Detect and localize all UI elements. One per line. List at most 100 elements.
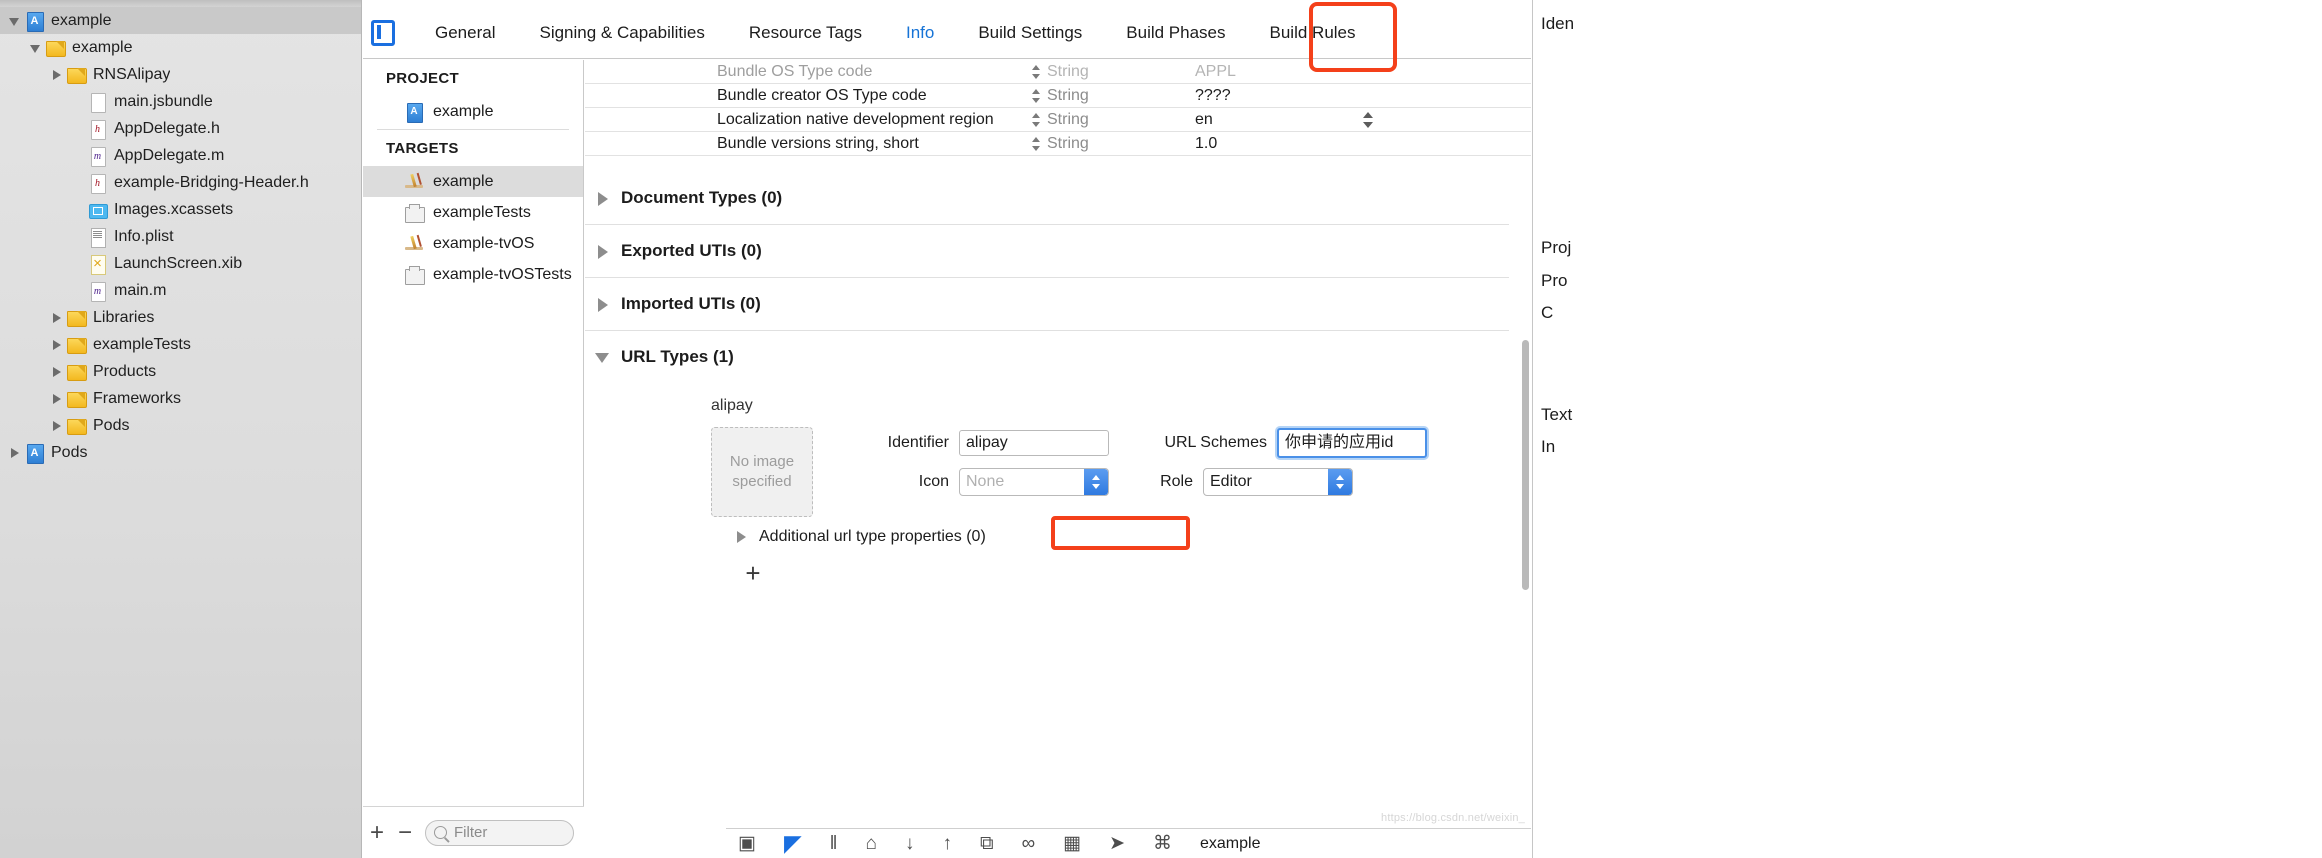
stepper-icon[interactable]: [1025, 109, 1047, 131]
tab-build-settings[interactable]: Build Settings: [956, 7, 1104, 59]
target-items[interactable]: exampleexampleTests example-tvOS example-t…: [363, 166, 583, 290]
disclosure-closed-icon[interactable]: [50, 338, 64, 352]
navigator-row[interactable]: RNSAlipay: [0, 61, 362, 88]
disclosure-section[interactable]: Exported UTIs (0): [585, 225, 1531, 278]
stepper-icon[interactable]: [1025, 85, 1047, 107]
editor-vertical-scrollbar[interactable]: [1522, 340, 1529, 590]
target-item[interactable]: example: [363, 166, 583, 197]
stepper-icon[interactable]: [1025, 133, 1047, 155]
info-property-value[interactable]: ????: [1195, 87, 1531, 105]
chevron-right-icon[interactable]: [733, 528, 751, 546]
editor-bottom-toolbar[interactable]: ▣ ◤ ‖ ⌂ ↓ ↑ ⧉ ∞ ▦ ➤ ⌘ example: [726, 828, 1531, 858]
disclosure-closed-icon[interactable]: [50, 68, 64, 82]
navigator-row[interactable]: main.jsbundle: [0, 88, 362, 115]
disclosure-open-icon[interactable]: [8, 14, 22, 28]
value-stepper-icon[interactable]: [1355, 109, 1381, 131]
tab-resource-tags[interactable]: Resource Tags: [727, 7, 884, 59]
disclosure-closed-icon[interactable]: [8, 446, 22, 460]
disclosure-closed-icon[interactable]: [50, 311, 64, 325]
target-item-label: example-tvOS: [433, 235, 534, 253]
identifier-input[interactable]: alipay: [959, 430, 1109, 456]
disclosure-header[interactable]: Document Types (0): [585, 172, 1531, 224]
bottom-icon-7[interactable]: ∞: [1022, 834, 1036, 853]
navigator-row[interactable]: Pods: [0, 439, 362, 466]
bottom-icon-1[interactable]: ◤: [784, 832, 802, 855]
additional-url-properties-row[interactable]: Additional url type properties (0): [607, 517, 1531, 557]
info-property-value[interactable]: 1.0: [1195, 135, 1531, 153]
stepper-icon[interactable]: [1025, 61, 1047, 83]
target-item[interactable]: exampleTests: [363, 197, 583, 228]
chevron-right-icon[interactable]: [593, 294, 613, 314]
project-item[interactable]: example: [363, 96, 583, 127]
url-types-section[interactable]: URL Types (1)alipayNo image specifiedIde…: [585, 331, 1531, 589]
navigator-row[interactable]: mmain.m: [0, 277, 362, 304]
navigator-row[interactable]: example: [0, 34, 362, 61]
url-types-header[interactable]: URL Types (1): [585, 331, 1531, 383]
bottom-icon-0[interactable]: ▣: [738, 834, 756, 853]
chevron-updown-icon[interactable]: [1084, 469, 1108, 495]
disclosure-header[interactable]: Imported UTIs (0): [585, 278, 1531, 330]
info-property-row[interactable]: Bundle OS Type codeStringAPPL: [585, 60, 1531, 84]
role-select[interactable]: Editor: [1203, 468, 1353, 496]
project-targets-list[interactable]: PROJECT example TARGETS exampleexampleTe…: [363, 60, 584, 858]
target-item[interactable]: example-tvOSTests: [363, 259, 583, 290]
navigator-row[interactable]: exampleTests: [0, 331, 362, 358]
navigator-row[interactable]: Frameworks: [0, 385, 362, 412]
icon-select[interactable]: None: [959, 468, 1109, 496]
disclosure-closed-icon[interactable]: [50, 365, 64, 379]
project-editor-tabbar[interactable]: GeneralSigning & CapabilitiesResource Ta…: [363, 7, 1531, 59]
bottom-icon-4[interactable]: ↓: [905, 834, 915, 853]
url-schemes-input[interactable]: 你申请的应用id: [1277, 428, 1427, 458]
bottom-icon-10[interactable]: ⌘: [1153, 834, 1172, 853]
disclosure-section[interactable]: Document Types (0): [585, 172, 1531, 225]
navigator-row[interactable]: Products: [0, 358, 362, 385]
navigator-row[interactable]: Pods: [0, 412, 362, 439]
navigator-row[interactable]: Libraries: [0, 304, 362, 331]
bottom-icon-8[interactable]: ▦: [1063, 834, 1081, 853]
navigator-row[interactable]: hAppDelegate.h: [0, 115, 362, 142]
disclosure-section[interactable]: Imported UTIs (0): [585, 278, 1531, 331]
url-type-entry-name[interactable]: alipay: [607, 383, 1531, 427]
disclosure-closed-icon[interactable]: [50, 419, 64, 433]
tab-info[interactable]: Info: [884, 7, 956, 59]
disclosure-closed-icon[interactable]: [50, 392, 64, 406]
disclosure-header[interactable]: Exported UTIs (0): [585, 225, 1531, 277]
bottom-icon-6[interactable]: ⧉: [980, 834, 994, 853]
target-item[interactable]: example-tvOS: [363, 228, 583, 259]
info-property-value[interactable]: APPL: [1195, 63, 1531, 81]
info-property-value[interactable]: en: [1195, 111, 1355, 129]
project-items[interactable]: example: [363, 96, 583, 127]
tab-build-rules[interactable]: Build Rules: [1248, 7, 1378, 59]
info-property-row[interactable]: Localization native development regionSt…: [585, 108, 1531, 132]
navigator-row[interactable]: Info.plist: [0, 223, 362, 250]
navigator-tree[interactable]: exampleexampleRNSAlipaymain.jsbundlehApp…: [0, 7, 362, 466]
navigator-row-label: AppDelegate.h: [114, 120, 220, 138]
chevron-down-icon[interactable]: [593, 347, 613, 367]
info-property-table[interactable]: Bundle OS Type codeStringAPPLBundle crea…: [585, 60, 1531, 156]
info-disclosure-sections[interactable]: Document Types (0)Exported UTIs (0)Impor…: [585, 172, 1531, 589]
navigator-row[interactable]: LaunchScreen.xib: [0, 250, 362, 277]
tab-signing-capabilities[interactable]: Signing & Capabilities: [517, 7, 726, 59]
tab-build-phases[interactable]: Build Phases: [1104, 7, 1247, 59]
add-url-type-button[interactable]: +: [685, 557, 821, 589]
navigator-row[interactable]: hexample-Bridging-Header.h: [0, 169, 362, 196]
navigator-row[interactable]: Images.xcassets: [0, 196, 362, 223]
bottom-icon-5[interactable]: ↑: [943, 834, 953, 853]
info-property-row[interactable]: Bundle creator OS Type codeString????: [585, 84, 1531, 108]
filter-input[interactable]: Filter: [425, 820, 574, 846]
navigator-row[interactable]: example: [0, 7, 362, 34]
remove-target-button[interactable]: −: [391, 821, 419, 845]
tab-general[interactable]: General: [413, 7, 517, 59]
chevron-right-icon[interactable]: [593, 241, 613, 261]
url-type-icon-well[interactable]: No image specified: [711, 427, 813, 517]
bottom-icon-3[interactable]: ⌂: [866, 834, 877, 853]
bottom-icon-9[interactable]: ➤: [1109, 834, 1125, 853]
disclosure-open-icon[interactable]: [29, 41, 43, 55]
chevron-right-icon[interactable]: [593, 188, 613, 208]
navigator-row[interactable]: mAppDelegate.m: [0, 142, 362, 169]
info-property-row[interactable]: Bundle versions string, shortString1.0: [585, 132, 1531, 156]
chevron-updown-icon[interactable]: [1328, 469, 1352, 495]
bottom-icon-2[interactable]: ‖: [830, 834, 838, 853]
add-target-button[interactable]: +: [363, 821, 391, 845]
targets-footer-toolbar[interactable]: + − Filter: [363, 806, 584, 858]
